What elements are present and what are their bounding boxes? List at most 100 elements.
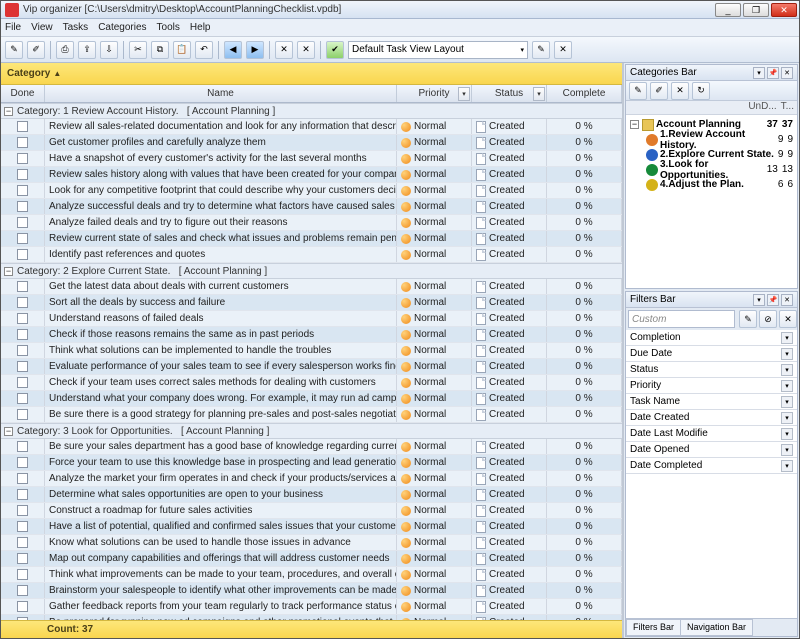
layout-select[interactable]: Default Task View Layout▾ (348, 41, 528, 59)
toolbar-new-task[interactable]: ✎ (5, 41, 23, 59)
tree-item[interactable]: 1.Review Account History.99 (628, 132, 795, 147)
task-row[interactable]: Review current state of sales and check … (1, 231, 622, 247)
panel-close-icon[interactable]: ✕ (781, 294, 793, 306)
task-row[interactable]: Review sales history along with values t… (1, 167, 622, 183)
filter-dropdown-icon[interactable]: ▾ (781, 348, 793, 360)
filter-dropdown-icon[interactable]: ▾ (781, 460, 793, 472)
task-row[interactable]: Get customer profiles and carefully anal… (1, 135, 622, 151)
done-checkbox[interactable] (17, 249, 28, 260)
filter-dropdown-icon[interactable]: ▾ (781, 412, 793, 424)
col-priority[interactable]: Priority▾ (397, 85, 472, 102)
task-row[interactable]: Be sure there is a good strategy for pla… (1, 407, 622, 423)
task-row[interactable]: Review all sales-related documentation a… (1, 119, 622, 135)
col-name[interactable]: Name (45, 85, 397, 102)
task-row[interactable]: Map out company capabilities and offerin… (1, 551, 622, 567)
done-checkbox[interactable] (17, 121, 28, 132)
done-checkbox[interactable] (17, 377, 28, 388)
col-complete[interactable]: Complete (547, 85, 622, 102)
done-checkbox[interactable] (17, 521, 28, 532)
expand-icon[interactable]: − (630, 120, 639, 129)
task-row[interactable]: Analyze the market your firm operates in… (1, 471, 622, 487)
done-checkbox[interactable] (17, 585, 28, 596)
task-row[interactable]: Brainstorm your salespeople to identify … (1, 583, 622, 599)
col-status[interactable]: Status▾ (472, 85, 547, 102)
task-row[interactable]: Get the latest data about deals with cur… (1, 279, 622, 295)
task-row[interactable]: Analyze failed deals and try to figure o… (1, 215, 622, 231)
toolbar-cut[interactable]: ✂ (129, 41, 147, 59)
toolbar-paste[interactable]: 📋 (173, 41, 191, 59)
toolbar-prev[interactable]: ◀ (224, 41, 242, 59)
done-checkbox[interactable] (17, 153, 28, 164)
task-row[interactable]: Understand reasons of failed dealsNormal… (1, 311, 622, 327)
task-row[interactable]: Look for any competitive footprint that … (1, 183, 622, 199)
cat-edit-icon[interactable]: ✐ (650, 82, 668, 100)
panel-close-icon[interactable]: ✕ (781, 67, 793, 79)
panel-pin-icon[interactable]: 📌 (767, 67, 779, 79)
done-checkbox[interactable] (17, 361, 28, 372)
toolbar-today-back[interactable]: ✕ (275, 41, 293, 59)
done-checkbox[interactable] (17, 329, 28, 340)
task-row[interactable]: Think what solutions can be implemented … (1, 343, 622, 359)
task-row[interactable]: Have a list of potential, qualified and … (1, 519, 622, 535)
filter-field[interactable]: Status▾ (626, 362, 797, 378)
done-checkbox[interactable] (17, 137, 28, 148)
toolbar-copy[interactable]: ⧉ (151, 41, 169, 59)
done-checkbox[interactable] (17, 233, 28, 244)
tab-filters-bar[interactable]: Filters Bar (626, 619, 681, 636)
toolbar-import[interactable]: ⇩ (100, 41, 118, 59)
task-row[interactable]: Check if your team uses correct sales me… (1, 375, 622, 391)
task-row[interactable]: Analyze successful deals and try to dete… (1, 199, 622, 215)
filter-dropdown-icon[interactable]: ▾ (781, 332, 793, 344)
toolbar-save-layout[interactable]: ✎ (532, 41, 550, 59)
menu-help[interactable]: Help (190, 22, 211, 33)
task-row[interactable]: Force your team to use this knowledge ba… (1, 455, 622, 471)
task-row[interactable]: Think what improvements can be made to y… (1, 567, 622, 583)
toolbar-today-fwd[interactable]: ✕ (297, 41, 315, 59)
toolbar-undo[interactable]: ↶ (195, 41, 213, 59)
collapse-icon[interactable]: − (4, 107, 13, 116)
filter-field[interactable]: Date Completed▾ (626, 458, 797, 474)
cat-delete-icon[interactable]: ✕ (671, 82, 689, 100)
filter-dropdown-icon[interactable]: ▾ (781, 380, 793, 392)
close-button[interactable]: ✕ (771, 3, 797, 17)
done-checkbox[interactable] (17, 217, 28, 228)
filter-dropdown-icon[interactable]: ▾ (781, 364, 793, 376)
done-checkbox[interactable] (17, 185, 28, 196)
toolbar-next[interactable]: ▶ (246, 41, 264, 59)
filter-field[interactable]: Due Date▾ (626, 346, 797, 362)
filter-dropdown-icon[interactable]: ▾ (781, 428, 793, 440)
done-checkbox[interactable] (17, 313, 28, 324)
filter-dropdown-icon[interactable]: ▾ (781, 396, 793, 408)
done-checkbox[interactable] (17, 281, 28, 292)
toolbar-delete-layout[interactable]: ✕ (554, 41, 572, 59)
task-row[interactable]: Know what solutions can be used to handl… (1, 535, 622, 551)
cat-new-icon[interactable]: ✎ (629, 82, 647, 100)
done-checkbox[interactable] (17, 345, 28, 356)
filter-custom-input[interactable]: Custom (628, 310, 735, 328)
task-row[interactable]: Evaluate performance of your sales team … (1, 359, 622, 375)
filter-field[interactable]: Priority▾ (626, 378, 797, 394)
group-by-bar[interactable]: Category ▲ (1, 63, 622, 85)
filter-apply-icon[interactable]: ✎ (739, 310, 757, 328)
filter-field[interactable]: Date Created▾ (626, 410, 797, 426)
filter-field[interactable]: Task Name▾ (626, 394, 797, 410)
toolbar-complete[interactable]: ✔ (326, 41, 344, 59)
group-header[interactable]: −Category: 1 Review Account History. [ A… (1, 103, 622, 119)
task-row[interactable]: Sort all the deals by success and failur… (1, 295, 622, 311)
filter-clear-icon[interactable]: ⊘ (759, 310, 777, 328)
filter-dropdown-icon[interactable]: ▾ (458, 87, 470, 101)
cat-refresh-icon[interactable]: ↻ (692, 82, 710, 100)
collapse-icon[interactable]: − (4, 267, 13, 276)
done-checkbox[interactable] (17, 393, 28, 404)
task-row[interactable]: Have a snapshot of every customer's acti… (1, 151, 622, 167)
filter-field[interactable]: Date Opened▾ (626, 442, 797, 458)
done-checkbox[interactable] (17, 169, 28, 180)
panel-options-icon[interactable]: ▾ (753, 67, 765, 79)
tree-item[interactable]: 3.Look for Opportunities.1313 (628, 162, 795, 177)
menu-tools[interactable]: Tools (157, 22, 180, 33)
done-checkbox[interactable] (17, 409, 28, 420)
filter-delete-icon[interactable]: ✕ (779, 310, 797, 328)
menu-categories[interactable]: Categories (98, 22, 146, 33)
done-checkbox[interactable] (17, 441, 28, 452)
minimize-button[interactable]: _ (715, 3, 741, 17)
